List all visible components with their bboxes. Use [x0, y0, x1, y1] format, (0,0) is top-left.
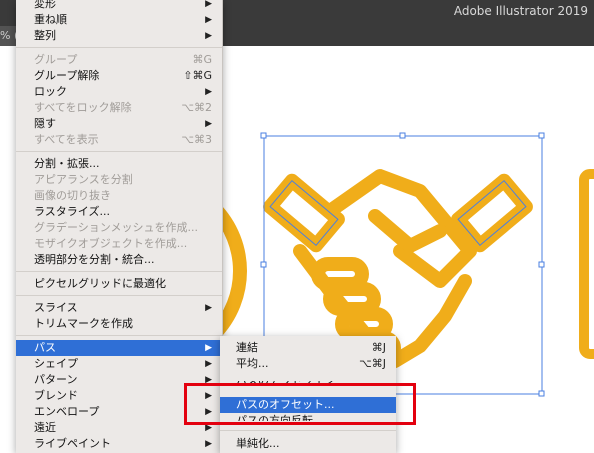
- menu-item-label: パターン: [34, 373, 78, 386]
- resize-handle[interactable]: [260, 261, 267, 268]
- menu-item-label: 整列: [34, 29, 56, 42]
- menu-separator: [16, 47, 222, 48]
- submenu-arrow-icon: ▶: [205, 31, 212, 41]
- menu-separator: [220, 430, 396, 431]
- submenu-arrow-icon: ▶: [205, 439, 212, 449]
- resize-handle[interactable]: [399, 132, 406, 139]
- menu-item-show-all[interactable]: すべてを表示 ⌥⌘3: [16, 132, 222, 148]
- menu-item-expand-appearance[interactable]: アピアランスを分割: [16, 172, 222, 188]
- menu-item-label: 平均...: [236, 357, 269, 370]
- menu-item-crop-image[interactable]: 画像の切り抜き: [16, 188, 222, 204]
- menu-item-rasterize[interactable]: ラスタライズ...: [16, 204, 222, 220]
- app-title: Adobe Illustrator 2019: [453, 4, 588, 18]
- menu-item-label: 分割・拡張...: [34, 157, 100, 170]
- menu-item-create-gradient-mesh[interactable]: グラデーションメッシュを作成...: [16, 220, 222, 236]
- menu-item-shortcut: ⌘G: [192, 53, 212, 66]
- menu-item-shortcut: ⌥⌘3: [181, 133, 212, 146]
- menu-item-label: すべてをロック解除: [34, 101, 132, 114]
- menu-item-shape[interactable]: シェイプ ▶: [16, 356, 222, 372]
- menu-item-label: アピアランスを分割: [34, 173, 133, 186]
- submenu-arrow-icon: ▶: [205, 343, 212, 353]
- menu-item-ungroup[interactable]: グループ解除 ⇧⌘G: [16, 68, 222, 84]
- menu-item-flatten-transparency[interactable]: 透明部分を分割・統合...: [16, 252, 222, 268]
- submenu-arrow-icon: ▶: [205, 0, 212, 9]
- submenu-arrow-icon: ▶: [205, 119, 212, 129]
- menu-item-group[interactable]: グループ ⌘G: [16, 52, 222, 68]
- menu-item-label: ラスタライズ...: [34, 205, 110, 218]
- menu-item-label: 画像の切り抜き: [34, 189, 111, 202]
- highlight-callout-box: [184, 383, 416, 425]
- submenu-item-join[interactable]: 連結 ⌘J: [220, 340, 396, 356]
- menu-item-create-object-mosaic[interactable]: モザイクオブジェクトを作成...: [16, 236, 222, 252]
- menu-separator: [16, 271, 222, 272]
- menu-item-label: モザイクオブジェクトを作成...: [34, 237, 188, 250]
- submenu-arrow-icon: ▶: [205, 15, 212, 25]
- submenu-arrow-icon: ▶: [205, 303, 212, 313]
- menu-item-shortcut: ⌥⌘J: [359, 357, 386, 370]
- submenu-item-simplify[interactable]: 単純化...: [220, 436, 396, 452]
- submenu-arrow-icon: ▶: [205, 87, 212, 97]
- menu-item-label: ブレンド: [34, 389, 78, 402]
- menu-item-slice[interactable]: スライス ▶: [16, 300, 222, 316]
- menu-item-label: 遠近: [34, 421, 56, 434]
- menu-item-label: 重ね順: [34, 13, 67, 26]
- menu-item-unlock-all[interactable]: すべてをロック解除 ⌥⌘2: [16, 100, 222, 116]
- menu-item-hide[interactable]: 隠す ▶: [16, 116, 222, 132]
- menu-item-label: 隠す: [34, 117, 56, 130]
- menu-item-label: グループ: [34, 53, 78, 66]
- menu-item-label: ロック: [34, 85, 67, 98]
- menu-item-path[interactable]: パス ▶: [16, 340, 222, 356]
- menu-item-label: トリムマークを作成: [34, 317, 133, 330]
- resize-handle[interactable]: [538, 261, 545, 268]
- handshake-icon[interactable]: [263, 169, 533, 368]
- menu-item-transform[interactable]: 変形 ▶: [16, 0, 222, 12]
- menu-item-label: エンベロープ: [34, 405, 100, 418]
- menu-item-pixel-grid[interactable]: ピクセルグリッドに最適化: [16, 276, 222, 292]
- menu-item-label: グラデーションメッシュを作成...: [34, 221, 198, 234]
- menu-separator: [16, 151, 222, 152]
- menu-item-label: シェイプ: [34, 357, 78, 370]
- menu-item-live-paint[interactable]: ライブペイント ▶: [16, 436, 222, 452]
- menu-item-label: 連結: [236, 341, 258, 354]
- menu-item-label: すべてを表示: [34, 133, 99, 146]
- menu-item-label: 変形: [34, 0, 56, 10]
- menu-item-label: ピクセルグリッドに最適化: [34, 277, 166, 290]
- partial-shape-right: [579, 169, 594, 359]
- menu-item-shortcut: ⇧⌘G: [183, 69, 212, 82]
- menu-item-label: 単純化...: [236, 437, 280, 450]
- resize-handle[interactable]: [538, 390, 545, 397]
- submenu-arrow-icon: ▶: [205, 359, 212, 369]
- menu-item-label: グループ解除: [34, 69, 100, 82]
- menu-item-label: パス: [34, 341, 56, 354]
- menu-item-shortcut: ⌥⌘2: [181, 101, 212, 114]
- resize-handle[interactable]: [538, 132, 545, 139]
- menu-item-label: ライブペイント: [34, 437, 111, 450]
- resize-handle[interactable]: [260, 132, 267, 139]
- menu-item-expand[interactable]: 分割・拡張...: [16, 156, 222, 172]
- menu-separator: [16, 295, 222, 296]
- submenu-item-average[interactable]: 平均... ⌥⌘J: [220, 356, 396, 372]
- menu-item-arrange[interactable]: 重ね順 ▶: [16, 12, 222, 28]
- menu-item-shortcut: ⌘J: [371, 341, 386, 354]
- menu-item-lock[interactable]: ロック ▶: [16, 84, 222, 100]
- document-tab[interactable]: % (R: [0, 26, 16, 46]
- menu-item-label: 透明部分を分割・統合...: [34, 253, 155, 266]
- menu-item-create-trim-marks[interactable]: トリムマークを作成: [16, 316, 222, 332]
- menu-item-label: スライス: [34, 301, 78, 314]
- document-tab-label: % (R: [0, 29, 16, 42]
- menu-item-align[interactable]: 整列 ▶: [16, 28, 222, 44]
- menu-separator: [16, 335, 222, 336]
